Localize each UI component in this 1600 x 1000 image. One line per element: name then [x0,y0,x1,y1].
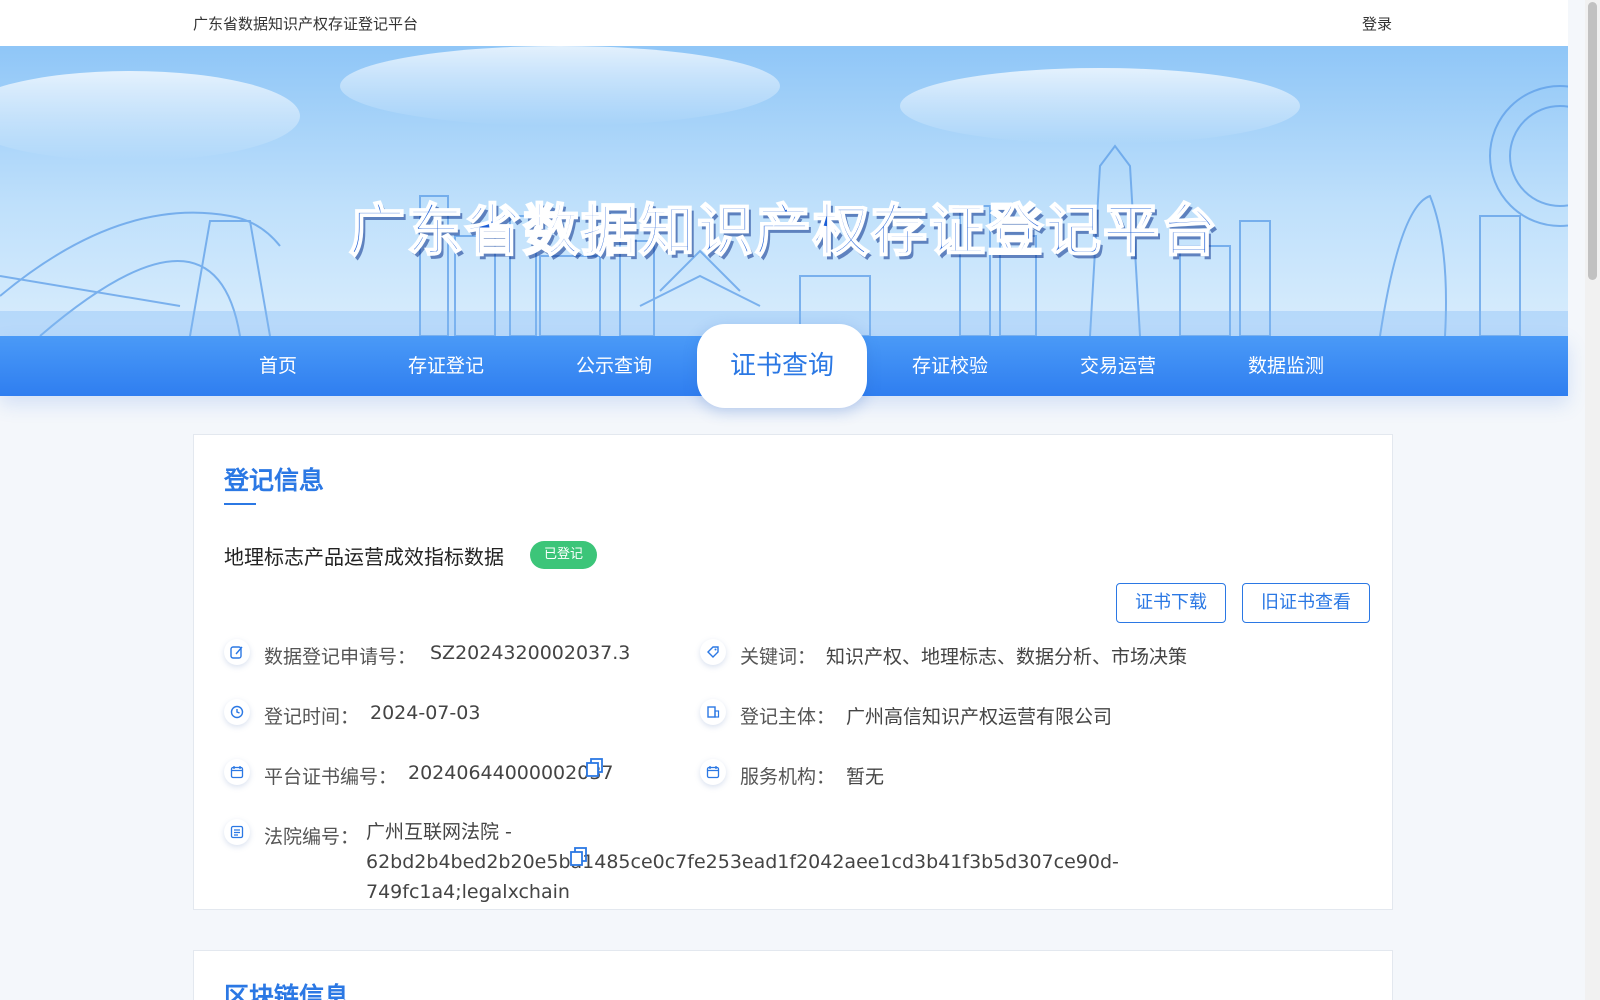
hero-banner: 广东省数据知识产权存证登记平台 [0,46,1568,336]
reg-time-label: 登记时间： [264,706,360,728]
application-no-value: SZ2024320002037.3 [430,642,631,664]
building-icon [700,699,726,725]
reg-time-value: 2024-07-03 [370,702,481,724]
hero-title: 广东省数据知识产权存证登记平台 [348,198,1219,265]
calendar-icon [700,759,726,785]
list-icon [224,819,250,845]
calendar-icon [224,759,250,785]
clock-icon [224,699,250,725]
page: 广东省数据知识产权存证登记平台 登录 广东省数据知识产权存证登记平台 首页 存证… [0,0,1568,1000]
nav-item-home[interactable]: 首页 [194,336,362,396]
nav-item-verify[interactable]: 存证校验 [866,336,1034,396]
login-link[interactable]: 登录 [1362,13,1392,34]
court-no-value: 广州互联网法院 - 62bd2b4bed2b20e5ba1485ce0c7fe2… [366,821,1119,903]
certificate-download-button[interactable]: 证书下载 [1116,583,1226,623]
blockchain-card: 区块链信息 [193,950,1393,1000]
old-certificate-view-button[interactable]: 旧证书查看 [1242,583,1370,623]
edit-icon [224,639,250,665]
record-title: 地理标志产品运营成效指标数据 [224,545,504,569]
nav-item-public-query[interactable]: 公示查询 [530,336,698,396]
nav-item-register[interactable]: 存证登记 [362,336,530,396]
service-org-label: 服务机构： [740,766,836,788]
main-nav: 首页 存证登记 公示查询 证书查询 存证校验 交易运营 数据监测 [0,324,1568,408]
cert-no-label: 平台证书编号： [264,766,398,788]
scrollbar-thumb[interactable] [1588,2,1597,280]
section-title-registration: 登记信息 [224,466,325,495]
keywords-label: 关键词： [740,646,817,668]
page-scrollbar[interactable] [1585,0,1600,1000]
field-court-no: 法院编号： 广州互联网法院 - 62bd2b4bed2b20e5ba1485ce… [224,819,1224,903]
site-title[interactable]: 广东省数据知识产权存证登记平台 [193,13,418,34]
nav-item-trade[interactable]: 交易运营 [1034,336,1202,396]
section-underline [224,503,256,505]
service-org-value: 暂无 [846,766,885,788]
subject-value: 广州高信知识产权运营有限公司 [846,706,1113,728]
section-title-blockchain: 区块链信息 [224,982,350,1000]
cert-no-value: 20240644000002037 [408,762,614,784]
registration-card: 登记信息 地理标志产品运营成效指标数据 已登记 证书下载 旧证书查看 数据登记申… [193,434,1393,910]
nav-item-monitor[interactable]: 数据监测 [1202,336,1370,396]
tag-icon [700,639,726,665]
court-no-label: 法院编号： [264,826,360,848]
nav-item-certificate-query[interactable]: 证书查询 [697,324,867,408]
application-no-label: 数据登记申请号： [264,646,417,668]
copy-cert-no-icon[interactable] [586,758,604,783]
copy-court-no-icon[interactable] [570,847,588,872]
status-badge: 已登记 [530,541,598,569]
keywords-value: 知识产权、地理标志、数据分析、市场决策 [826,646,1188,668]
top-bar: 广东省数据知识产权存证登记平台 登录 [0,0,1568,46]
subject-label: 登记主体： [740,706,836,728]
